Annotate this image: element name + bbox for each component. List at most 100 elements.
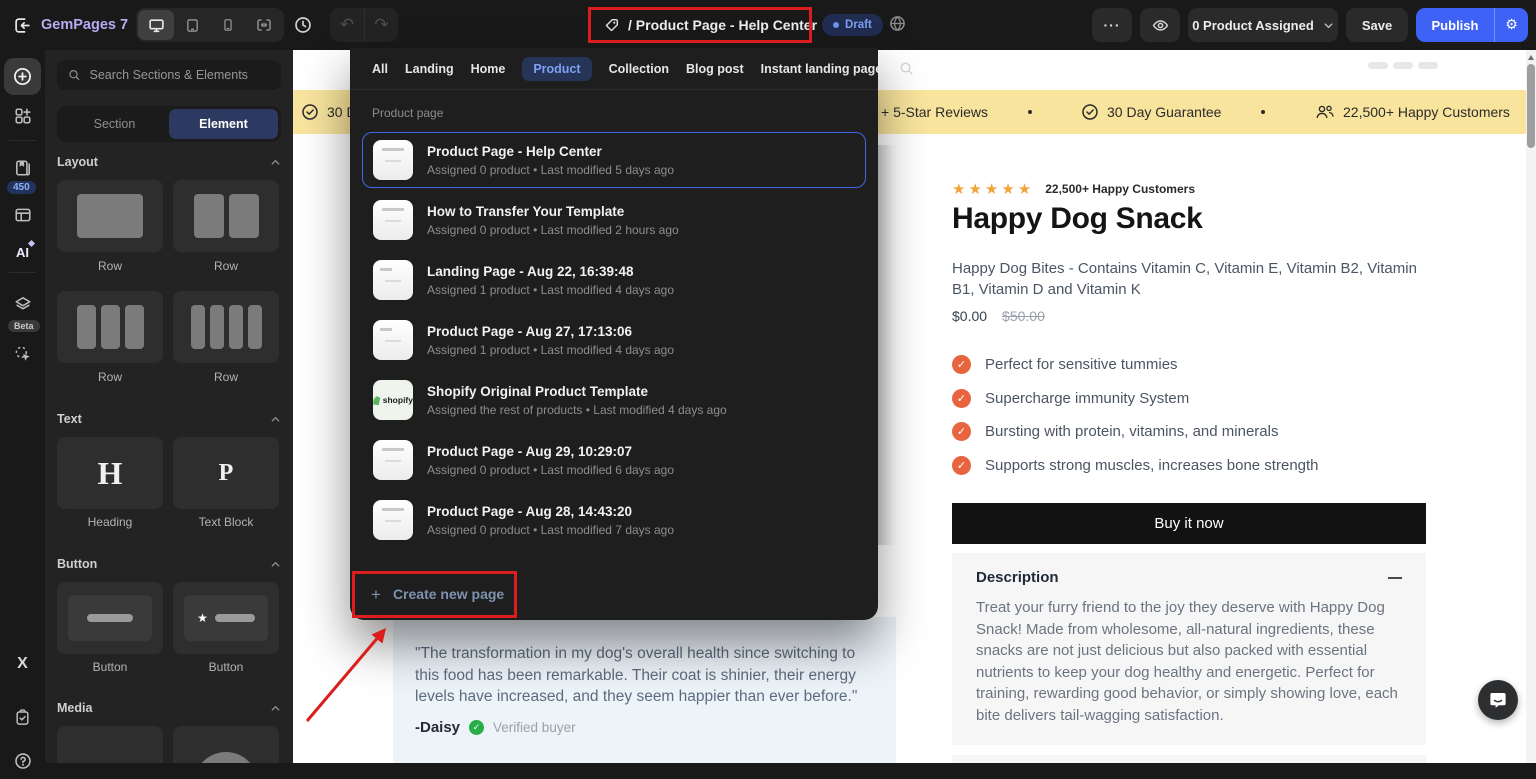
group-header-text[interactable]: Text: [57, 412, 281, 426]
chat-widget-button[interactable]: [1478, 680, 1518, 720]
element-card-textblock[interactable]: P: [173, 437, 279, 509]
publish-button[interactable]: Publish ⚙: [1416, 8, 1528, 42]
list-item: ✓ Bursting with protein, vitamins, and mi…: [952, 422, 1319, 441]
add-elements-icon[interactable]: [4, 58, 41, 95]
testimonial-quote: "The transformation in my dog's overall …: [415, 645, 858, 705]
verified-check-icon: ✓: [469, 720, 485, 735]
tab-landing[interactable]: Landing: [405, 62, 454, 76]
product-subtitle: Happy Dog Bites - Contains Vitamin C, Vi…: [952, 260, 1417, 298]
testimonial-author: -Daisy: [415, 719, 461, 736]
chevron-up-icon: [271, 561, 280, 567]
tab-product[interactable]: Product: [522, 56, 592, 81]
page-thumbnail: [373, 140, 413, 180]
list-item-page[interactable]: Product Page - Help Center Assigned 0 pro…: [362, 132, 866, 188]
vertical-scrollbar[interactable]: [1526, 50, 1536, 763]
list-item-page[interactable]: shopify Shopify Original Product Templat…: [362, 372, 866, 428]
language-globe-icon[interactable]: [889, 15, 906, 32]
pages-panel-icon[interactable]: [4, 196, 41, 233]
exit-editor-icon[interactable]: [14, 17, 31, 34]
banner-item-customers: 22,500+ Happy Customers: [1315, 90, 1510, 134]
element-card-row-4col[interactable]: [173, 291, 279, 363]
accordion-title[interactable]: Description: [976, 569, 1059, 586]
search-icon[interactable]: [899, 61, 914, 76]
history-icon[interactable]: [286, 8, 320, 42]
x-social-icon[interactable]: X: [4, 645, 41, 682]
element-card-heading[interactable]: H: [57, 437, 163, 509]
group-header-button[interactable]: Button: [57, 557, 281, 571]
eye-icon: [1152, 19, 1168, 31]
page-type-tabs: All Landing Home Product Collection Blog…: [350, 48, 913, 90]
elements-sidebar: Section Element Layout Row Row Row Row T…: [45, 50, 293, 763]
rating-row: ★★★★★ 22,500+ Happy Customers: [952, 180, 1195, 198]
element-card-button-icon[interactable]: ★: [173, 582, 279, 654]
search-box[interactable]: [57, 60, 281, 90]
avatar-shape: [194, 752, 258, 763]
element-card-row-2col[interactable]: [173, 180, 279, 252]
section-label: Product page: [372, 106, 444, 120]
list-item-page[interactable]: Product Page - Aug 28, 14:43:20 Assigned …: [362, 492, 866, 548]
element-label: Button: [92, 660, 128, 674]
scrollbar-thumb[interactable]: [1527, 64, 1535, 148]
check-icon: ✓: [952, 455, 971, 475]
banner-item-guarantee-left: 30 D: [301, 90, 357, 134]
shopify-bag-icon: [373, 395, 381, 405]
tablet-view-button[interactable]: [174, 10, 210, 40]
publish-settings-gear-icon[interactable]: ⚙: [1495, 17, 1528, 33]
list-item-page[interactable]: How to Transfer Your Template Assigned 0 …: [362, 192, 866, 248]
device-preview-switcher: [136, 8, 284, 42]
search-input[interactable]: [89, 68, 270, 82]
badge-check-icon: [1082, 104, 1098, 120]
list-item-page[interactable]: Landing Page - Aug 22, 16:39:48 Assigned …: [362, 252, 866, 308]
page-thumbnail: [373, 440, 413, 480]
list-item-page[interactable]: Product Page - Aug 27, 17:13:06 Assigned …: [362, 312, 866, 368]
loading-skeleton: [1368, 62, 1438, 69]
tab-blog-post[interactable]: Blog post: [686, 62, 744, 76]
preview-button[interactable]: [1140, 8, 1180, 42]
element-card-image[interactable]: [57, 726, 163, 763]
save-button[interactable]: Save: [1346, 8, 1408, 42]
chevron-up-icon: [271, 705, 280, 711]
desktop-view-button[interactable]: [138, 10, 174, 40]
description-text: Treat your furry friend to the joy they …: [976, 599, 1398, 724]
group-header-layout[interactable]: Layout: [57, 155, 281, 169]
price-row: $0.00 $50.00: [952, 308, 1045, 324]
check-icon: ✓: [952, 388, 971, 408]
buy-now-button[interactable]: Buy it now: [952, 503, 1426, 544]
product-assigned-dropdown[interactable]: 0 Product Assigned: [1188, 8, 1338, 42]
list-item: ✓ Perfect for sensitive tummies: [952, 355, 1319, 374]
description-accordion: Description Treat your furry friend to t…: [952, 553, 1426, 745]
page-thumbnail: [373, 500, 413, 540]
collapse-minus-icon[interactable]: [1388, 576, 1402, 579]
element-card-button[interactable]: [57, 582, 163, 654]
tab-home[interactable]: Home: [471, 62, 506, 76]
element-card-row-3col[interactable]: [57, 291, 163, 363]
tab-element[interactable]: Element: [169, 109, 278, 139]
tab-collection[interactable]: Collection: [609, 62, 669, 76]
ai-assistant-icon[interactable]: AI: [4, 234, 41, 271]
responsive-view-button[interactable]: [246, 10, 282, 40]
undo-icon[interactable]: ↶: [330, 8, 364, 42]
element-card-row-1col[interactable]: [57, 180, 163, 252]
scroll-up-arrow[interactable]: [1528, 55, 1534, 60]
divider: [9, 272, 36, 273]
group-header-media[interactable]: Media: [57, 701, 281, 715]
app-logo: GemPages 7: [41, 17, 129, 33]
checklist-icon[interactable]: [4, 699, 41, 736]
layers-icon[interactable]: [4, 285, 41, 322]
chevron-up-icon: [271, 416, 280, 422]
mobile-view-button[interactable]: [210, 10, 246, 40]
element-label: Row: [97, 370, 122, 384]
help-icon[interactable]: [4, 742, 41, 779]
redo-icon[interactable]: ↷: [364, 8, 398, 42]
tab-section[interactable]: Section: [60, 109, 169, 139]
interaction-tool-icon[interactable]: [4, 335, 41, 372]
gempages-editor: GemPages 7 ↶ ↷ / Product Page - Help Cen…: [0, 0, 1536, 769]
tab-all[interactable]: All: [372, 62, 388, 76]
more-options-button[interactable]: ···: [1092, 8, 1132, 42]
page-thumbnail: [373, 320, 413, 360]
element-label: Heading: [87, 515, 133, 529]
tab-instant-landing[interactable]: Instant landing page: [761, 62, 883, 76]
element-card-avatar[interactable]: [173, 726, 279, 763]
list-item-page[interactable]: Product Page - Aug 29, 10:29:07 Assigned …: [362, 432, 866, 488]
sections-library-icon[interactable]: [4, 97, 41, 134]
